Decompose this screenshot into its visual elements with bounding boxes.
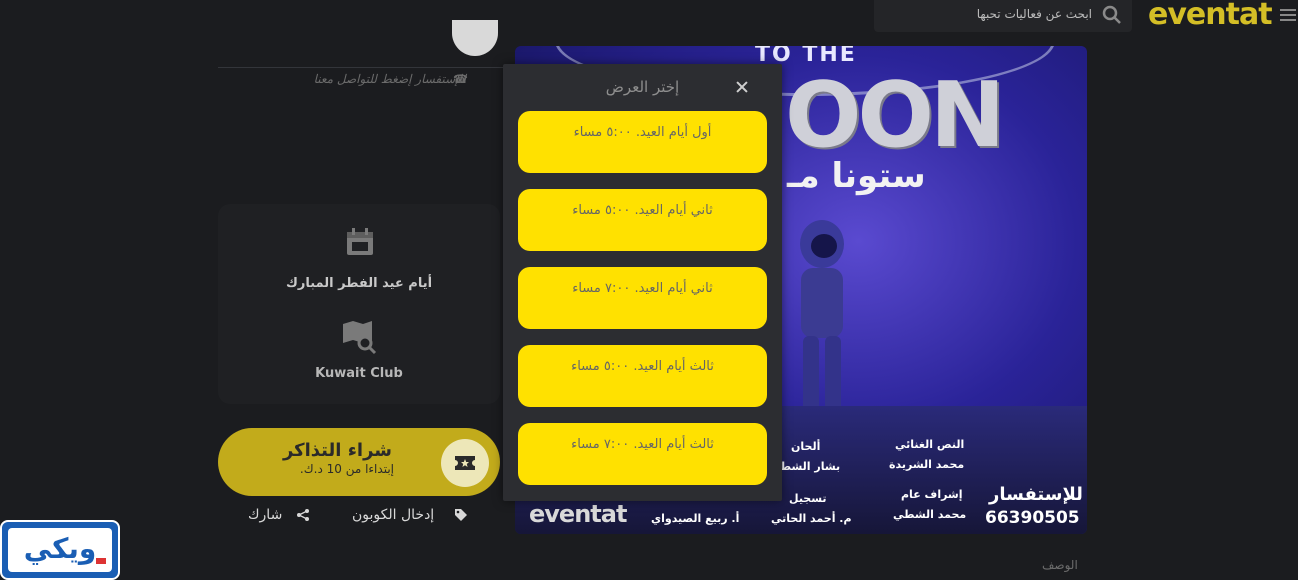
search-bar[interactable]: ابحث عن فعاليات تحبها [874,0,1132,32]
show-option-button[interactable]: ثاني أيام العيد. ٥:٠٠ مساء [518,189,767,251]
watermark-badge: ويكي [0,520,120,580]
credit-supervision-name: محمد الشطي [893,508,967,521]
astronaut-illustration [800,220,844,416]
contact-link[interactable]: للإستفسار إضغط للتواصل معنا [250,72,466,86]
credit-supervision-role: إشراف عام [901,488,963,501]
poster-moon-text: OON [785,63,1005,168]
poster-inquiry-number: 66390505 [985,508,1080,528]
credit-recording-name: م. أحمد الحاتي [771,512,852,525]
show-option-label: ثالث أيام العيد. ٧:٠٠ مساء [571,437,714,452]
share-icon [297,509,309,521]
search-icon[interactable] [1100,3,1124,27]
show-option-button[interactable]: ثاني أيام العيد. ٧:٠٠ مساء [518,267,767,329]
poster-logo: eventat [529,500,627,528]
price-from-label: إبتداءا من 10 د.ك. [299,462,394,476]
calendar-icon [347,228,373,255]
close-icon[interactable] [733,78,751,96]
credit-other-name: أ. ربيع الصيدواي [651,512,740,525]
show-option-button[interactable]: ثالث أيام العيد. ٧:٠٠ مساء [518,423,767,485]
show-option-button[interactable]: ثالث أيام العيد. ٥:٠٠ مساء [518,345,767,407]
poster-inquiry-label: للإستفسار [989,484,1083,505]
share-link[interactable]: شارك [248,507,282,523]
hamburger-menu-icon[interactable] [1280,9,1296,23]
tag-icon [455,509,467,521]
ticket-icon-circle [441,439,489,487]
top-bar: eventat ابحث عن فعاليات تحبها [0,0,1298,34]
search-input[interactable]: ابحث عن فعاليات تحبها [977,7,1092,21]
site-logo[interactable]: eventat [1148,0,1273,30]
divider [218,67,508,68]
flag-icon [96,558,106,564]
ticket-icon [455,456,475,470]
show-option-label: ثالث أيام العيد. ٥:٠٠ مساء [571,359,714,374]
credit-lyrics-name: محمد الشريدة [889,458,965,471]
event-info-card: أيام عيد الفطر المبارك Kuwait Club [218,204,500,404]
description-label: الوصف [1042,558,1078,572]
show-option-label: ثاني أيام العيد. ٥:٠٠ مساء [572,203,713,218]
event-venue: Kuwait Club [315,366,403,381]
show-option-label: أول أيام العيد. ٥:٠٠ مساء [573,125,712,140]
show-selection-modal: إختر العرض أول أيام العيد. ٥:٠٠ مساء ثان… [503,64,782,501]
enter-coupon-link[interactable]: إدخال الكوبون [352,507,434,523]
buy-tickets-button[interactable]: شراء التذاكر إبتداءا من 10 د.ك. [218,428,500,496]
phone-icon: ☎ [453,72,468,86]
map-search-icon [343,321,377,355]
credit-recording-role: تسجيل [789,492,827,505]
buy-tickets-label: شراء التذاكر [282,440,392,461]
credit-lyrics-role: النص الغنائي [895,438,965,451]
event-date: أيام عيد الفطر المبارك [285,276,433,291]
poster-arabic-title: ستونا مـ [787,156,926,196]
show-option-button[interactable]: أول أيام العيد. ٥:٠٠ مساء [518,111,767,173]
avatar [452,20,498,56]
credit-music-role: ألحان [791,440,821,453]
watermark-badge-inner: ويكي [8,528,112,572]
show-option-label: ثاني أيام العيد. ٧:٠٠ مساء [572,281,713,296]
credit-music-name: بشار الشطـ [777,460,841,473]
